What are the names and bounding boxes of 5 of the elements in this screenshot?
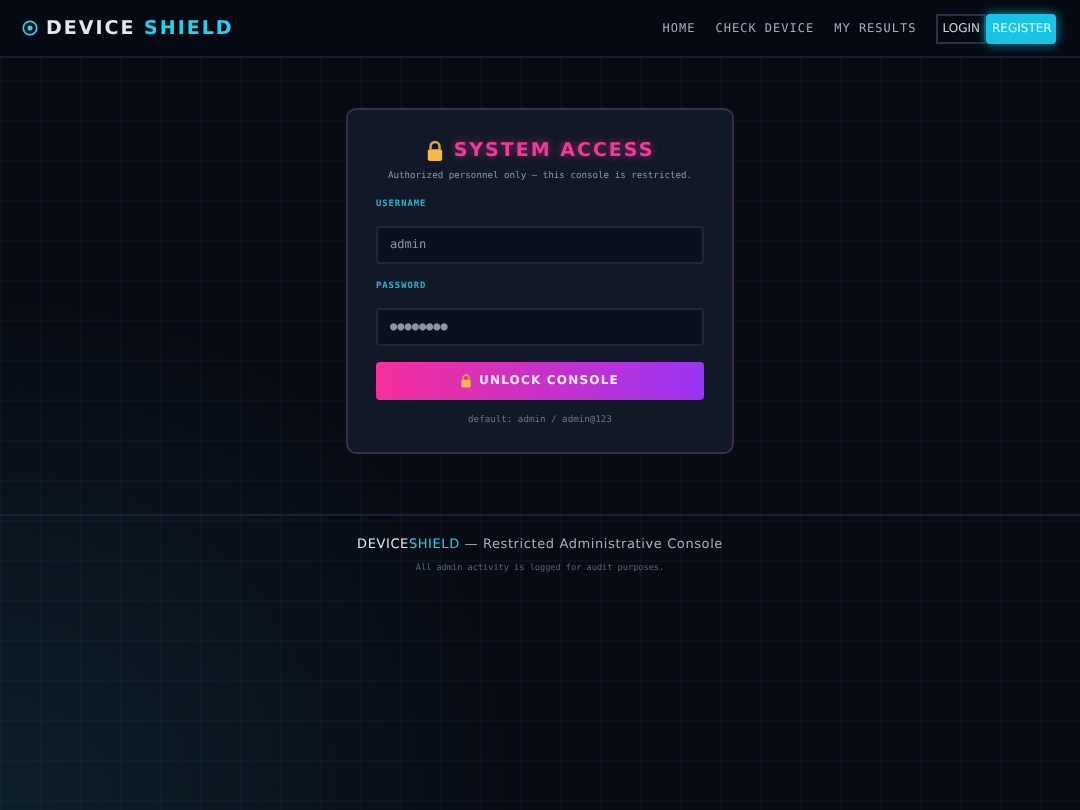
target-icon xyxy=(22,20,38,36)
lock-icon xyxy=(460,374,473,388)
brand-name[interactable]: DEVICE SHIELD xyxy=(46,17,234,39)
card-title: SYSTEM ACCESS xyxy=(453,140,655,162)
lock-icon xyxy=(425,140,444,162)
